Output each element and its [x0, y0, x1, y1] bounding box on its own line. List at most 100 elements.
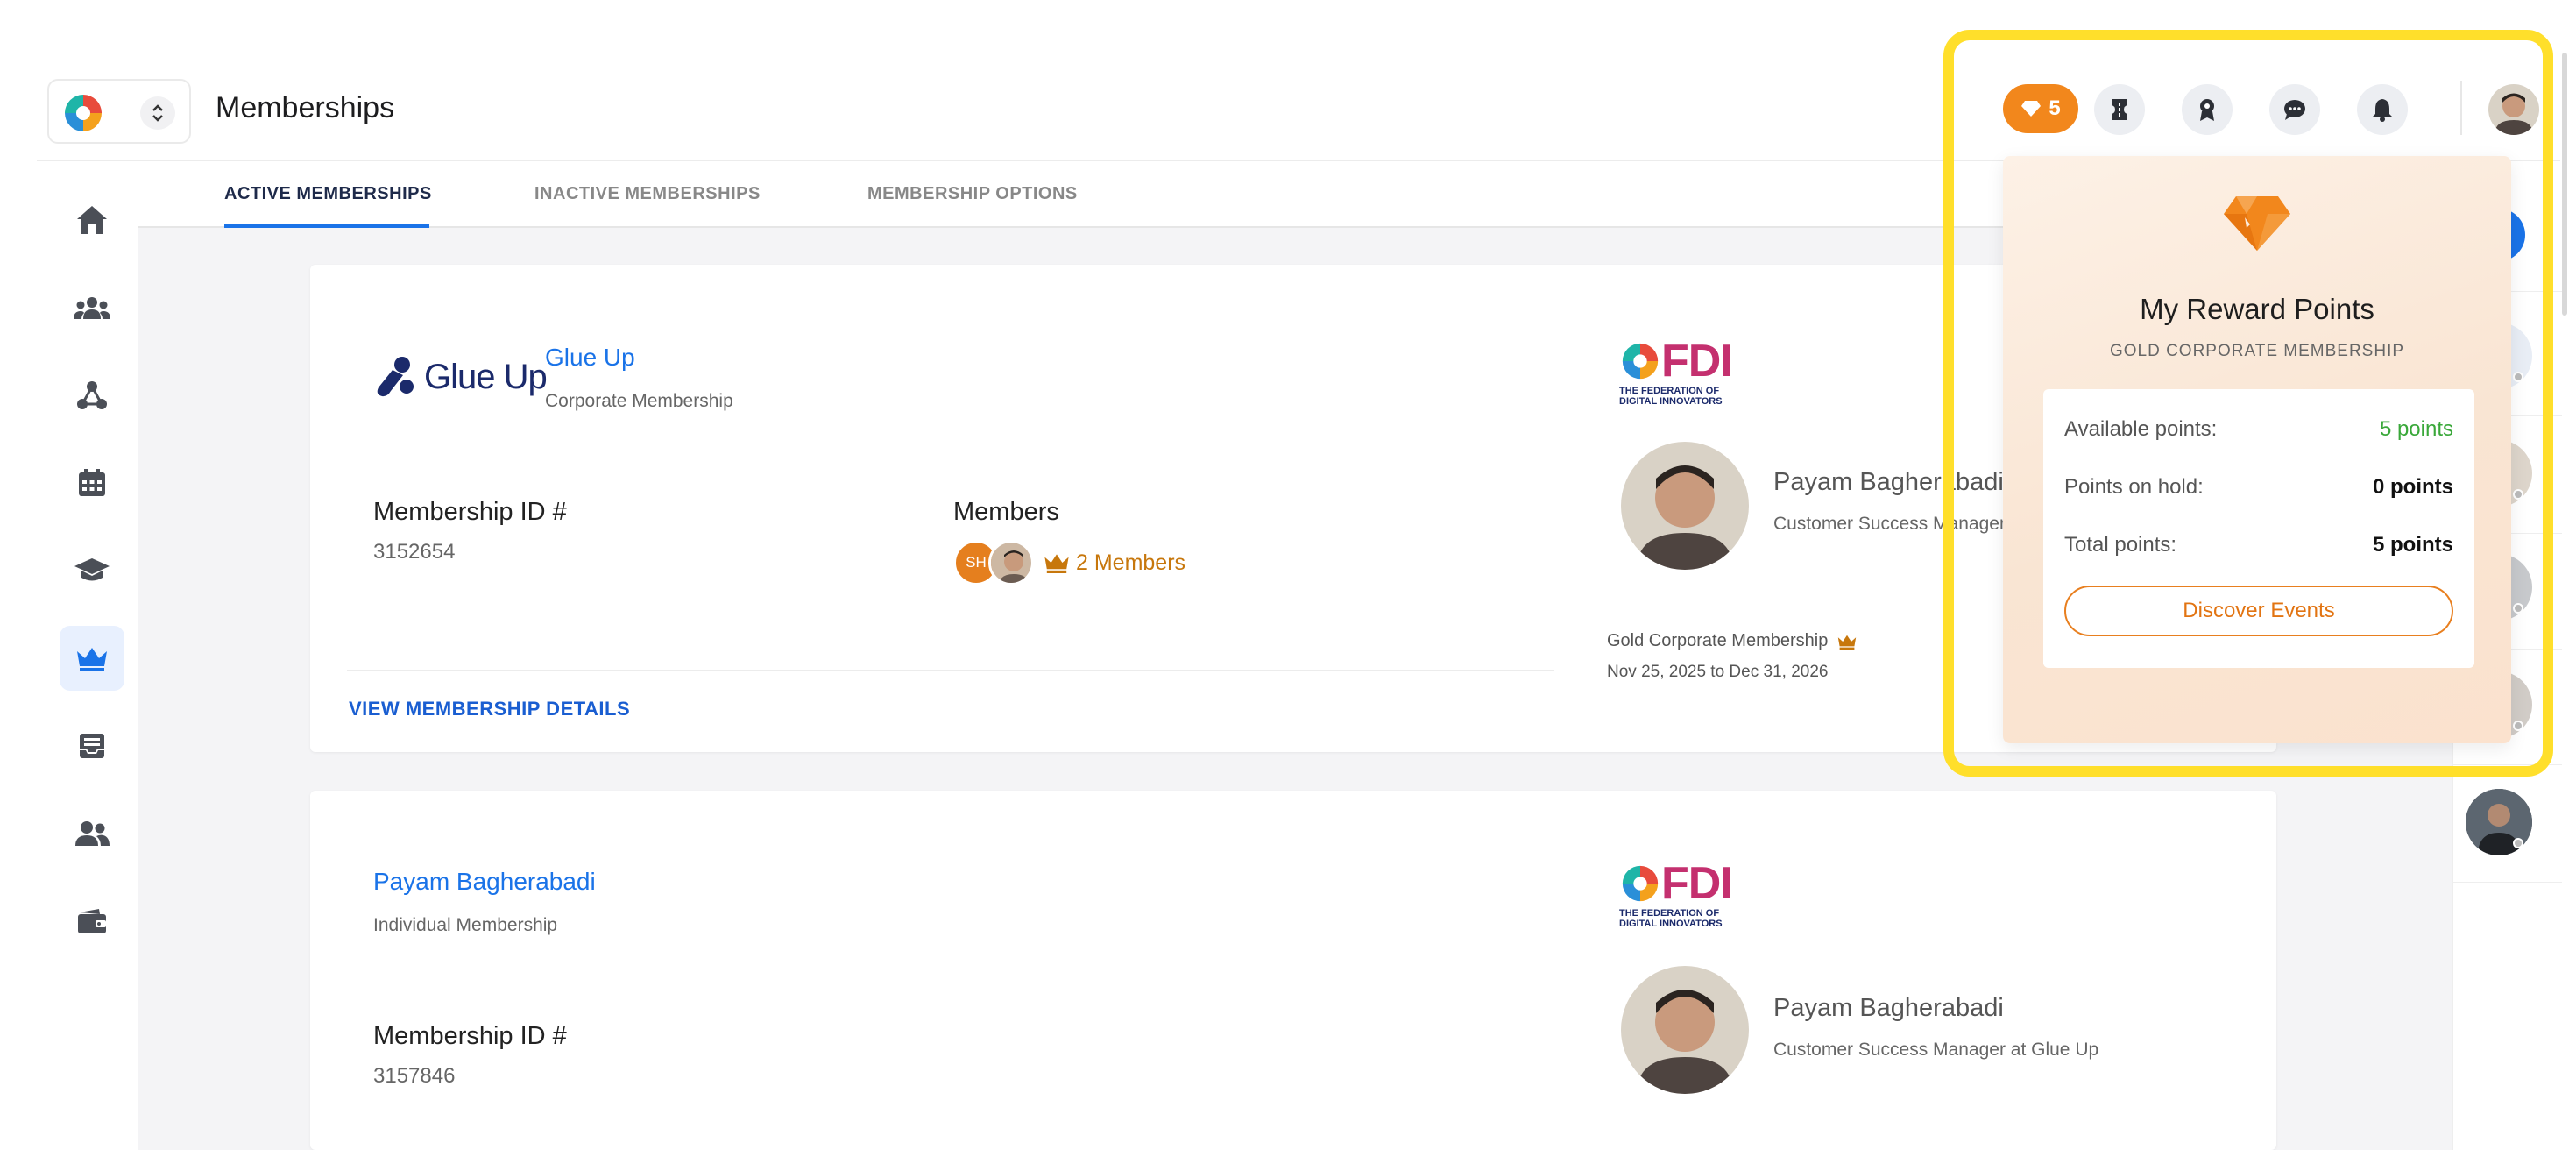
members-count: 2 Members: [1076, 550, 1186, 575]
points-row-available: Available points: 5 points: [2064, 417, 2453, 442]
divider: [2453, 882, 2562, 883]
glueup-logo-icon: [377, 357, 414, 397]
tickets-button[interactable]: [2094, 84, 2145, 135]
reward-points-count: 5: [2049, 96, 2061, 120]
page: Memberships ACTIVE MEMBERSHIPS INACTIVE …: [0, 0, 2576, 1150]
status-dot: [2513, 721, 2523, 731]
home-icon: [77, 206, 107, 234]
org-name-link[interactable]: Payam Bagherabadi: [373, 868, 596, 896]
wallet-icon: [78, 909, 106, 933]
membership-tier-label: Gold Corporate Membership: [1607, 631, 1829, 650]
chevron-up-down-icon[interactable]: [140, 96, 175, 130]
nav-community[interactable]: [60, 275, 124, 340]
crown-icon: [1044, 554, 1069, 573]
notifications-button[interactable]: [2357, 84, 2408, 135]
page-title: Memberships: [216, 91, 395, 124]
people-icon: [75, 821, 110, 846]
points-row-on-hold: Points on hold: 0 points: [2064, 475, 2453, 500]
membership-id-value: 3157846: [373, 1064, 456, 1088]
crown-icon: [77, 648, 107, 671]
nav-inbox[interactable]: [60, 713, 124, 778]
fdi-tagline: THE FEDERATION OF DIGITAL INNOVATORS: [1619, 908, 1732, 929]
inbox-icon: [80, 734, 104, 758]
messages-button[interactable]: [2269, 84, 2320, 135]
membership-id-label: Membership ID #: [373, 498, 567, 526]
tab-inactive-memberships[interactable]: INACTIVE MEMBERSHIPS: [534, 184, 761, 204]
status-dot: [2513, 489, 2523, 500]
active-tab-indicator: [224, 224, 429, 228]
membership-id-value: 3152654: [373, 540, 456, 564]
points-summary: Available points: 5 points Points on hol…: [2043, 389, 2474, 668]
reward-points-button[interactable]: 5: [2003, 84, 2078, 133]
contact-photo: [1621, 966, 1749, 1094]
divider: [2460, 81, 2462, 135]
crown-icon: [1838, 635, 1857, 650]
calendar-icon: [79, 469, 105, 496]
member-avatars[interactable]: SH 2 Members: [953, 540, 1185, 586]
community-icon: [74, 297, 110, 319]
points-value: 5 points: [2372, 533, 2453, 557]
membership-type: Individual Membership: [373, 915, 558, 935]
fdi-tagline-line1: THE FEDERATION OF: [1619, 386, 1720, 396]
contact-name: Payam Bagherabadi: [1773, 468, 2004, 496]
fdi-tagline: THE FEDERATION OF DIGITAL INNOVATORS: [1619, 386, 1732, 407]
graduation-cap-icon: [74, 558, 110, 581]
reward-panel-title: My Reward Points: [2140, 293, 2374, 325]
nav-learning[interactable]: [60, 538, 124, 603]
membership-card: Payam Bagherabadi Individual Membership …: [310, 791, 2276, 1150]
fdi-tagline-line2: DIGITAL INNOVATORS: [1619, 396, 1723, 407]
tab-membership-options[interactable]: MEMBERSHIP OPTIONS: [867, 184, 1078, 204]
reward-points-dropdown: My Reward Points GOLD CORPORATE MEMBERSH…: [2003, 156, 2511, 743]
network-icon: [77, 381, 107, 409]
membership-type: Corporate Membership: [545, 391, 733, 411]
badges-button[interactable]: [2182, 84, 2233, 135]
fdi-logo-icon: [1622, 865, 1659, 902]
fdi-logo: FDI THE FEDERATION OF DIGITAL INNOVATORS: [1619, 335, 1733, 407]
members-label: Members: [953, 498, 1059, 526]
org-switcher[interactable]: [47, 79, 191, 144]
divider: [2453, 764, 2562, 765]
points-label: Total points:: [2064, 533, 2177, 557]
contact-role: Customer Success Manager at Glue Up: [1773, 1040, 2099, 1060]
scrollbar[interactable]: [2562, 53, 2567, 316]
diamond-icon: [2224, 196, 2290, 251]
tab-active-memberships[interactable]: ACTIVE MEMBERSHIPS: [224, 184, 432, 204]
membership-tier: Gold Corporate Membership: [1607, 631, 1858, 651]
fdi-tagline-line1: THE FEDERATION OF: [1619, 908, 1720, 919]
membership-period: Nov 25, 2025 to Dec 31, 2026: [1607, 663, 1829, 681]
nav-wallet[interactable]: [60, 889, 124, 954]
nav-people[interactable]: [60, 801, 124, 866]
status-dot: [2513, 838, 2523, 848]
fdi-tagline-line2: DIGITAL INNOVATORS: [1619, 919, 1723, 929]
fdi-logo: FDI THE FEDERATION OF DIGITAL INNOVATORS: [1619, 857, 1733, 929]
diamond-icon: [2021, 101, 2042, 117]
contact-photo: [1621, 442, 1749, 570]
membership-card: Glue Up Glue Up Corporate Membership Mem…: [310, 265, 2276, 752]
members-count-link[interactable]: 2 Members: [1043, 550, 1185, 576]
status-dot: [2513, 603, 2523, 614]
fdi-logo-text: FDI: [1661, 858, 1733, 909]
nav-home[interactable]: [60, 188, 124, 252]
org-name-link[interactable]: Glue Up: [545, 344, 635, 372]
nav-network[interactable]: [60, 363, 124, 428]
membership-id-label: Membership ID #: [373, 1022, 567, 1050]
discover-events-button[interactable]: Discover Events: [2064, 586, 2453, 636]
left-nav: [37, 161, 138, 1150]
top-header: [37, 0, 2560, 161]
nav-events[interactable]: [60, 451, 124, 515]
points-label: Points on hold:: [2064, 475, 2204, 499]
view-membership-details-link[interactable]: VIEW MEMBERSHIP DETAILS: [349, 698, 630, 721]
app-logo-icon: [63, 93, 103, 133]
bell-icon: [2373, 99, 2392, 122]
user-avatar[interactable]: [2488, 84, 2539, 135]
reward-panel-subtitle: GOLD CORPORATE MEMBERSHIP: [2109, 342, 2405, 360]
fdi-logo-text: FDI: [1661, 336, 1733, 387]
divider: [347, 670, 1554, 671]
glueup-logo: Glue Up: [373, 356, 548, 398]
nav-memberships[interactable]: [60, 626, 124, 691]
avatar: [988, 540, 1034, 586]
contact-name: Payam Bagherabadi: [1773, 994, 2004, 1022]
glueup-logo-text: Glue Up: [424, 357, 548, 396]
chat-icon: [2284, 100, 2305, 120]
points-value: 5 points: [2379, 417, 2453, 441]
